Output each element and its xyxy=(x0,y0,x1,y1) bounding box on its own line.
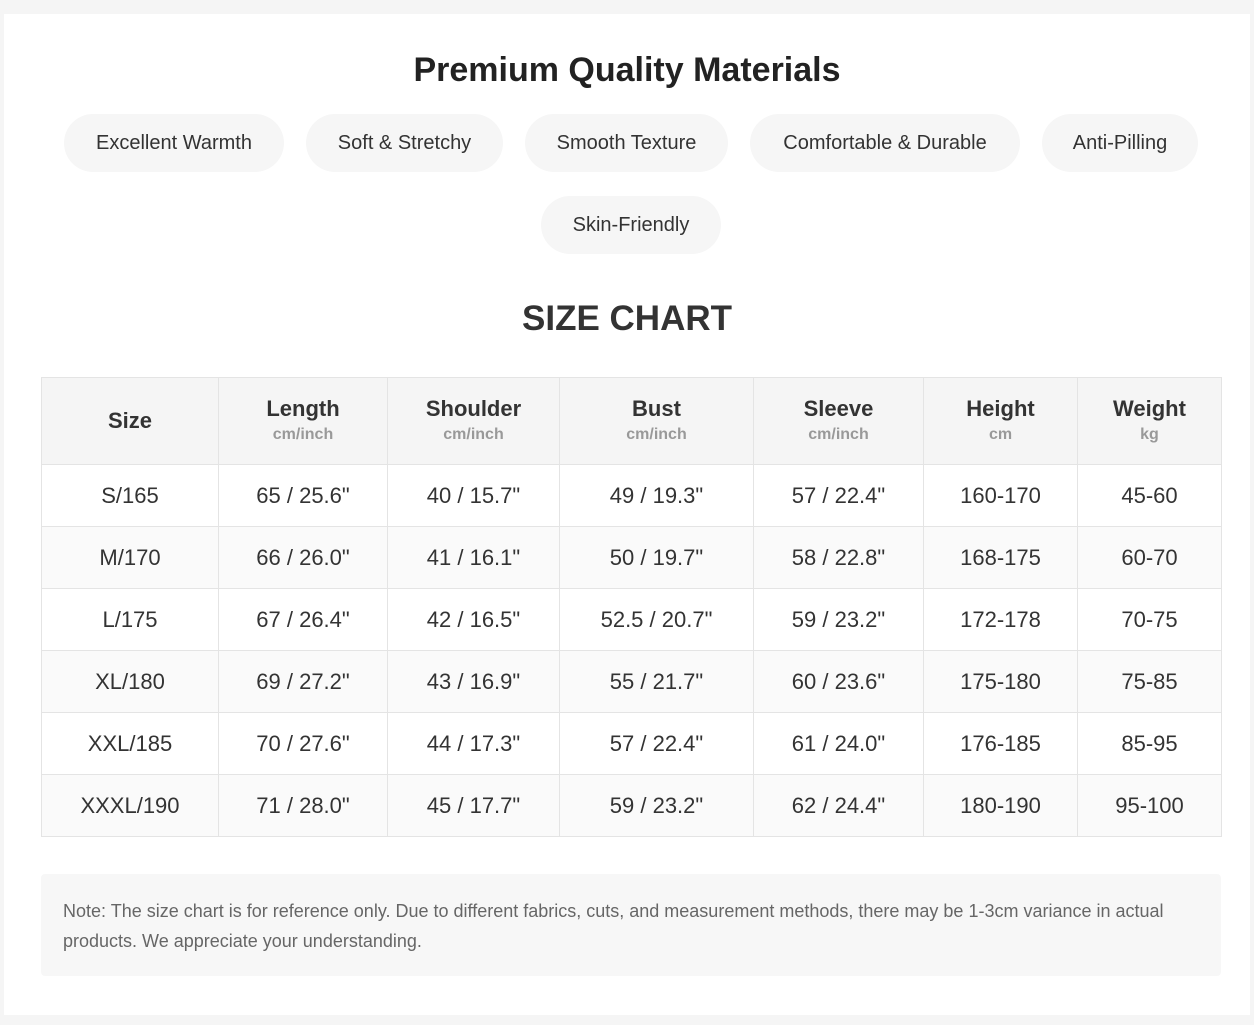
table-cell: 60 / 23.6" xyxy=(753,650,924,713)
table-cell: 172-178 xyxy=(923,588,1078,651)
header-label: Bust xyxy=(632,396,681,421)
table-cell: 55 / 21.7" xyxy=(559,650,754,713)
table-cell: L/175 xyxy=(41,588,219,651)
table-cell: 41 / 16.1" xyxy=(387,526,560,589)
header-unit: cm/inch xyxy=(272,426,334,443)
feature-chip-skin-friendly: Skin-Friendly xyxy=(541,196,721,254)
table-row: S/165 65 / 25.6" 40 / 15.7" 49 / 19.3" 5… xyxy=(41,464,1222,527)
size-note: Note: The size chart is for reference on… xyxy=(41,874,1221,976)
header-label: Size xyxy=(107,408,153,433)
header-height: Height cm xyxy=(923,377,1078,465)
header-sleeve: Sleeve cm/inch xyxy=(753,377,924,465)
header-weight: Weight kg xyxy=(1077,377,1222,465)
header-bust: Bust cm/inch xyxy=(559,377,754,465)
feature-chip-stretchy: Soft & Stretchy xyxy=(306,114,503,172)
table-cell: 59 / 23.2" xyxy=(559,774,754,837)
table-cell: S/165 xyxy=(41,464,219,527)
table-cell: 180-190 xyxy=(923,774,1078,837)
table-cell: 75-85 xyxy=(1077,650,1222,713)
table-cell: 58 / 22.8" xyxy=(753,526,924,589)
header-label: Length xyxy=(266,396,340,421)
feature-chip-durable: Comfortable & Durable xyxy=(750,114,1020,172)
table-cell: 70 / 27.6" xyxy=(218,712,388,775)
feature-chip-warmth: Excellent Warmth xyxy=(64,114,284,172)
header-length: Length cm/inch xyxy=(218,377,388,465)
header-unit: cm/inch xyxy=(626,426,687,443)
header-label: Height xyxy=(966,396,1035,421)
table-row: XXXL/190 71 / 28.0" 45 / 17.7" 59 / 23.2… xyxy=(41,774,1222,837)
header-unit: cm xyxy=(988,426,1013,443)
table-cell: 67 / 26.4" xyxy=(218,588,388,651)
header-unit: cm/inch xyxy=(443,426,504,443)
table-cell: 44 / 17.3" xyxy=(387,712,560,775)
table-cell: 62 / 24.4" xyxy=(753,774,924,837)
table-row: XXL/185 70 / 27.6" 44 / 17.3" 57 / 22.4"… xyxy=(41,712,1222,775)
header-unit: cm/inch xyxy=(808,426,869,443)
table-cell: 176-185 xyxy=(923,712,1078,775)
table-cell: 160-170 xyxy=(923,464,1078,527)
table-cell: 43 / 16.9" xyxy=(387,650,560,713)
table-cell: 175-180 xyxy=(923,650,1078,713)
table-cell: XL/180 xyxy=(41,650,219,713)
table-row: XL/180 69 / 27.2" 43 / 16.9" 55 / 21.7" … xyxy=(41,650,1222,713)
table-row: L/175 67 / 26.4" 42 / 16.5" 52.5 / 20.7"… xyxy=(41,588,1222,651)
table-cell: 40 / 15.7" xyxy=(387,464,560,527)
table-cell: 45 / 17.7" xyxy=(387,774,560,837)
table-cell: 85-95 xyxy=(1077,712,1222,775)
table-cell: 52.5 / 20.7" xyxy=(559,588,754,651)
feature-chip-texture: Smooth Texture xyxy=(525,114,728,172)
materials-title: Premium Quality Materials xyxy=(413,51,841,89)
table-cell: 57 / 22.4" xyxy=(559,712,754,775)
table-cell: XXXL/190 xyxy=(41,774,219,837)
table-cell: 45-60 xyxy=(1077,464,1222,527)
table-row: M/170 66 / 26.0" 41 / 16.1" 50 / 19.7" 5… xyxy=(41,526,1222,589)
table-cell: 71 / 28.0" xyxy=(218,774,388,837)
header-shoulder: Shoulder cm/inch xyxy=(387,377,560,465)
table-cell: 168-175 xyxy=(923,526,1078,589)
header-unit: kg xyxy=(1140,426,1159,443)
table-cell: 95-100 xyxy=(1077,774,1222,837)
table-cell: 69 / 27.2" xyxy=(218,650,388,713)
table-cell: XXL/185 xyxy=(41,712,219,775)
table-cell: 49 / 19.3" xyxy=(559,464,754,527)
table-cell: 60-70 xyxy=(1077,526,1222,589)
table-cell: 65 / 25.6" xyxy=(218,464,388,527)
header-size: Size xyxy=(41,377,219,465)
header-label: Sleeve xyxy=(803,396,874,421)
size-chart-table: Size Length cm/inch Shoulder cm/inch Bust c… xyxy=(41,377,1222,837)
size-chart-title: SIZE CHART xyxy=(522,299,732,338)
header-label: Weight xyxy=(1113,396,1186,421)
table-cell: 70-75 xyxy=(1077,588,1222,651)
table-cell: 57 / 22.4" xyxy=(753,464,924,527)
table-cell: 50 / 19.7" xyxy=(559,526,754,589)
table-cell: 42 / 16.5" xyxy=(387,588,560,651)
table-header-row: Size Length cm/inch Shoulder cm/inch Bust c… xyxy=(41,377,1222,465)
table-cell: 61 / 24.0" xyxy=(753,712,924,775)
product-detail-panel: Premium Quality Materials Excellent Warm… xyxy=(4,14,1250,1015)
table-cell: M/170 xyxy=(41,526,219,589)
feature-chip-anti-pilling: Anti-Pilling xyxy=(1042,114,1198,172)
table-cell: 59 / 23.2" xyxy=(753,588,924,651)
table-cell: 66 / 26.0" xyxy=(218,526,388,589)
feature-chip-list: Excellent Warmth Soft & Stretchy Smooth … xyxy=(4,114,1250,274)
header-label: Shoulder xyxy=(425,396,522,421)
